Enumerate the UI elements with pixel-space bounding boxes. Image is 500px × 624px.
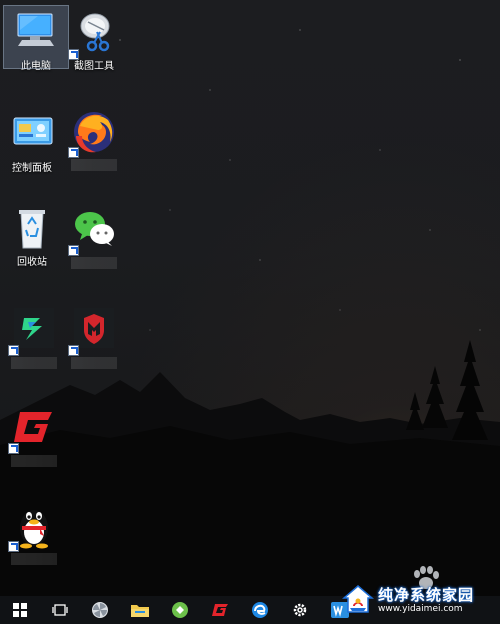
blurred-label [71, 159, 117, 171]
taskbar-red-g-app[interactable] [200, 596, 240, 624]
taskbar-app-pinwheel[interactable] [80, 596, 120, 624]
desktop-icon-red-g-app[interactable] [2, 400, 66, 467]
watermark-house-icon [342, 585, 374, 613]
control-panel-icon [8, 112, 56, 160]
pinwheel-app-icon [92, 602, 108, 618]
this-pc-label: 此电脑 [21, 61, 51, 72]
red-shield-app-icon [68, 306, 118, 356]
taskbar-green-app[interactable] [160, 596, 200, 624]
this-pc-icon [12, 10, 60, 58]
desktop-icon-qq[interactable] [2, 498, 66, 565]
blurred-label [11, 553, 57, 565]
desktop-icon-security-app[interactable] [62, 302, 126, 369]
desktop-icon-recycle-bin[interactable]: 回收站 [0, 202, 64, 268]
wechat-icon [68, 206, 118, 256]
watermark-url: www.yidaimei.com [378, 603, 463, 614]
shortcut-arrow-icon [68, 147, 79, 158]
qq-penguin-icon [8, 502, 58, 552]
desktop: 此电脑 截图工具 控制面板 回收站 纯净系统家园 www.yidaimei.co… [0, 0, 500, 624]
shortcut-arrow-icon [68, 245, 79, 256]
recycle-bin-label: 回收站 [17, 257, 47, 268]
snipping-tool-label: 截图工具 [74, 61, 114, 72]
task-view-button[interactable] [40, 596, 80, 624]
control-panel-label: 控制面板 [12, 163, 52, 174]
blurred-label [11, 357, 57, 369]
green-arrow-app-icon [8, 306, 58, 356]
shortcut-arrow-icon [8, 443, 19, 454]
start-button[interactable] [0, 596, 40, 624]
settings-gear-icon [293, 603, 307, 617]
taskbar-settings[interactable] [280, 596, 320, 624]
desktop-icon-snipping-tool[interactable]: 截图工具 [62, 6, 126, 72]
blurred-label [71, 357, 117, 369]
desktop-icon-wechat[interactable] [62, 202, 126, 269]
watermark-text: 纯净系统家园 www.yidaimei.com [378, 586, 474, 615]
snipping-tool-icon [68, 10, 118, 60]
desktop-icon-green-app[interactable] [2, 302, 66, 369]
red-g-app-icon [212, 604, 228, 616]
shortcut-arrow-icon [8, 541, 19, 552]
recycle-bin-icon [8, 206, 56, 254]
edge-browser-icon [252, 602, 268, 618]
desktop-icon-firefox[interactable] [62, 104, 126, 171]
task-view-icon [52, 604, 68, 616]
blurred-label [71, 257, 117, 269]
red-g-app-icon [8, 404, 58, 454]
watermark-logo: 纯净系统家园 www.yidaimei.com [342, 580, 494, 620]
windows-logo-icon [13, 603, 27, 617]
desktop-icon-control-panel[interactable]: 控制面板 [0, 108, 64, 174]
shortcut-arrow-icon [68, 49, 79, 60]
green-circle-app-icon [172, 602, 188, 618]
firefox-icon [68, 108, 118, 158]
folder-icon [131, 605, 149, 617]
desktop-icon-this-pc[interactable]: 此电脑 [3, 5, 69, 72]
shortcut-arrow-icon [8, 345, 19, 356]
taskbar-file-explorer[interactable] [120, 596, 160, 624]
watermark-title: 纯净系统家园 [378, 585, 475, 604]
shortcut-arrow-icon [68, 345, 79, 356]
taskbar-edge[interactable] [240, 596, 280, 624]
blurred-label [11, 455, 57, 467]
